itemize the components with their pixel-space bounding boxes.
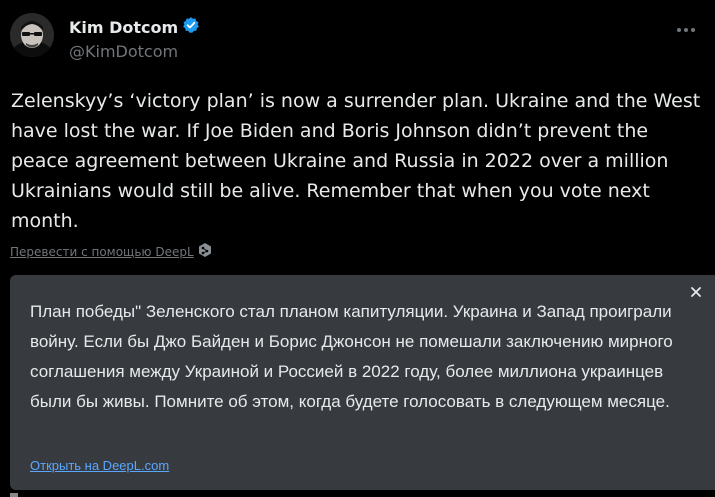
deepl-icon: [198, 242, 212, 261]
translate-link-label: Перевести с помощью DeepL: [10, 244, 194, 259]
open-deepl-link[interactable]: Открыть на DeepL.com: [30, 458, 169, 473]
display-name: Kim Dotcom: [69, 17, 179, 37]
author-name[interactable]: Kim Dotcom: [69, 16, 200, 38]
verified-badge-icon: [182, 16, 200, 38]
translate-with-deepl-link[interactable]: Перевести с помощью DeepL: [10, 242, 212, 261]
avatar-image: [10, 13, 54, 57]
translated-text: План победы" Зеленского стал планом капи…: [30, 302, 673, 411]
author-handle[interactable]: @KimDotcom: [69, 42, 178, 61]
translation-panel: План победы" Зеленского стал планом капи…: [10, 275, 715, 490]
avatar[interactable]: [10, 13, 54, 57]
tweet-text: Zelenskyy’s ‘victory plan’ is now a surr…: [11, 90, 701, 232]
more-options-icon[interactable]: [670, 22, 702, 38]
scroll-indicator: [10, 493, 18, 497]
